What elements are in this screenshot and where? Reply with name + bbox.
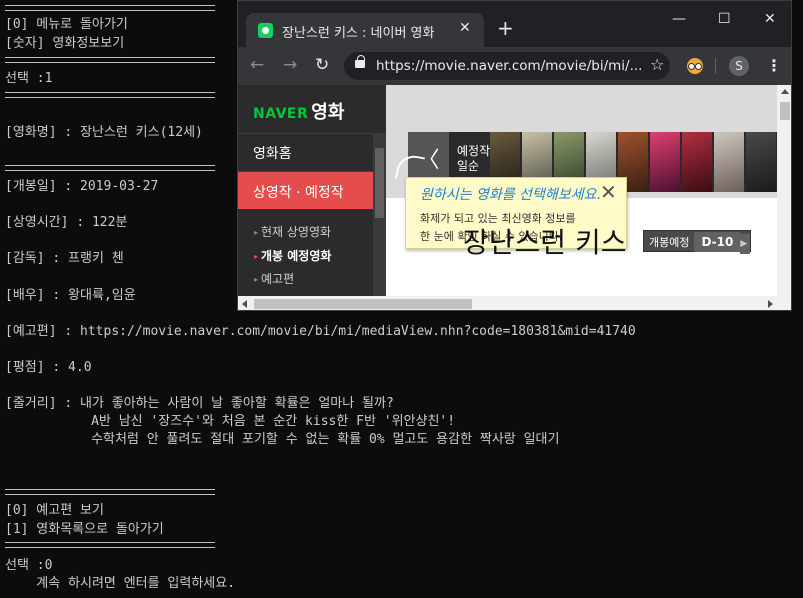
logo-naver: NAVER xyxy=(253,106,309,122)
sidebar-subitem-label: 예고편 xyxy=(261,272,295,286)
sidebar-subitem-current[interactable]: ▸ 현재 상영영화 xyxy=(254,223,331,240)
separator xyxy=(5,57,215,63)
terminal-line: 선택 :1 xyxy=(5,71,53,86)
sidebar-item-home[interactable]: 영화홈 xyxy=(253,143,292,163)
separator xyxy=(5,489,215,495)
terminal-line: A반 남신 '장즈수'와 처음 본 순간 kiss한 F반 '위안샹친'! xyxy=(5,414,456,429)
terminal-line: [영화명] : 장난스런 키스(12세) xyxy=(5,125,203,140)
sidebar-subitem-upcoming[interactable]: ▸ 개봉 예정영화 xyxy=(254,247,331,264)
terminal-line: [감독] : 프랭키 첸 xyxy=(5,251,124,266)
scroll-right-arrow-icon[interactable] xyxy=(768,300,773,308)
forward-button[interactable]: → xyxy=(283,55,297,75)
logo-movie: 영화 xyxy=(311,102,345,123)
back-button[interactable]: ← xyxy=(250,55,264,75)
bullet-icon: ▸ xyxy=(254,228,259,237)
movie-poster[interactable] xyxy=(714,132,744,192)
terminal-line: [상영시간] : 122분 xyxy=(5,215,128,230)
movie-title: 장난스런 키스 xyxy=(463,226,627,259)
naver-movie-logo[interactable]: NAVER 영화 xyxy=(253,98,344,124)
scroll-left-arrow-icon[interactable] xyxy=(242,300,247,308)
separator xyxy=(5,165,215,171)
title-bar[interactable]: 장난스런 키스 : 네이버 영화 ✕ + — ☐ ✕ xyxy=(238,1,791,47)
terminal-line: 수학처럼 안 풀려도 절대 포기할 수 없는 확률 0% 멀고도 용감한 짝사랑… xyxy=(5,432,560,447)
terminal-line: [0] 메뉴로 돌아가기 xyxy=(5,17,128,32)
extension-icon[interactable] xyxy=(687,58,703,74)
address-bar[interactable]: https://movie.naver.com/movie/bi/mi/... … xyxy=(344,52,670,80)
vertical-scrollbar[interactable] xyxy=(777,85,791,296)
naver-favicon-icon xyxy=(258,23,273,38)
toolbar-divider xyxy=(715,58,716,74)
new-tab-button[interactable]: + xyxy=(497,18,514,38)
badge-dday: D-10 xyxy=(694,232,741,252)
terminal-line: [줄거리] : 내가 좋아하는 사람이 날 좋아할 확률은 얼마나 될까? xyxy=(5,396,394,411)
terminal-line: [0] 예고편 보기 xyxy=(5,503,104,518)
sidebar-subitem-label: 개봉 예정영화 xyxy=(261,249,332,263)
badge-label: 개봉예정 xyxy=(649,236,690,249)
maximize-button[interactable]: ☐ xyxy=(718,11,731,27)
bookmark-star-icon[interactable]: ☆ xyxy=(650,55,664,74)
bullet-icon: ▸ xyxy=(254,252,259,261)
separator xyxy=(5,5,215,11)
main-content: 〈 예정작 개봉일순 원하시는 영화를 선택해보세요. 화제가 되고 있는 최신… xyxy=(386,85,777,296)
sidebar-divider xyxy=(238,133,373,134)
movie-poster[interactable] xyxy=(746,132,776,192)
terminal-line: [1] 영화목록으로 돌아가기 xyxy=(5,522,164,537)
chrome-menu-icon[interactable]: ⋮ xyxy=(766,56,782,75)
terminal-line: [개봉일] : 2019-03-27 xyxy=(5,179,159,194)
sidebar-subitem-label: 현재 상영영화 xyxy=(261,225,332,239)
url-text[interactable]: https://movie.naver.com/movie/bi/mi/... xyxy=(376,58,642,74)
lock-icon xyxy=(355,55,365,68)
scrollbar-thumb[interactable] xyxy=(375,148,384,218)
terminal-line: [숫자] 영화정보보기 xyxy=(5,36,125,51)
scrollbar-thumb[interactable] xyxy=(254,299,472,309)
terminal-line: 계속 하시려면 엔터를 입력하세요. xyxy=(5,576,236,591)
separator xyxy=(5,92,215,98)
browser-tab[interactable]: 장난스런 키스 : 네이버 영화 ✕ xyxy=(246,13,484,47)
separator xyxy=(5,542,215,548)
tooltip-close-icon[interactable]: ✕ xyxy=(600,180,617,204)
close-window-button[interactable]: ✕ xyxy=(764,11,776,27)
browser-toolbar: ← → ↻ https://movie.naver.com/movie/bi/m… xyxy=(238,47,791,85)
tab-title: 장난스런 키스 : 네이버 영화 xyxy=(282,26,435,41)
profile-avatar[interactable]: S xyxy=(729,56,749,76)
browser-window[interactable]: 장난스런 키스 : 네이버 영화 ✕ + — ☐ ✕ ← → ↻ https:/… xyxy=(237,0,792,311)
sidebar-item-label: 상영작 · 예정작 xyxy=(253,185,344,201)
reload-button[interactable]: ↻ xyxy=(315,55,329,75)
release-badge: 개봉예정 D-10 ▶ xyxy=(643,230,752,254)
terminal-line: [예고편] : https://movie.naver.com/movie/bi… xyxy=(5,324,636,339)
movie-poster[interactable] xyxy=(650,132,680,192)
terminal-line: [배우] : 왕대륙,임윤 xyxy=(5,288,136,303)
sidebar-subitem-trailer[interactable]: ▸ 예고편 xyxy=(254,270,294,287)
scrollbar-thumb[interactable] xyxy=(780,102,790,120)
terminal-line: [평점] : 4.0 xyxy=(5,360,92,375)
badge-arrow-icon: ▶ xyxy=(740,234,751,254)
page-viewport: NAVER 영화 영화홈 상영작 · 예정작 ▸ 현재 상영영화 ▸ 개봉 예정영화 … xyxy=(238,85,791,296)
bullet-icon: ▸ xyxy=(254,275,259,284)
sidebar-item-now-showing[interactable]: 상영작 · 예정작 xyxy=(238,172,373,209)
horizontal-scrollbar[interactable] xyxy=(238,296,791,310)
tooltip-heading: 원하시는 영화를 선택해보세요. xyxy=(420,187,601,203)
minimize-button[interactable]: — xyxy=(672,11,686,27)
movie-poster[interactable] xyxy=(682,132,712,192)
scroll-up-arrow-icon[interactable] xyxy=(781,89,789,94)
terminal-line: 선택 :0 xyxy=(5,558,53,573)
sidebar-scrollbar[interactable] xyxy=(373,133,386,296)
tab-close-icon[interactable]: ✕ xyxy=(459,20,471,36)
sidebar: NAVER 영화 영화홈 상영작 · 예정작 ▸ 현재 상영영화 ▸ 개봉 예정영화 … xyxy=(238,85,386,296)
